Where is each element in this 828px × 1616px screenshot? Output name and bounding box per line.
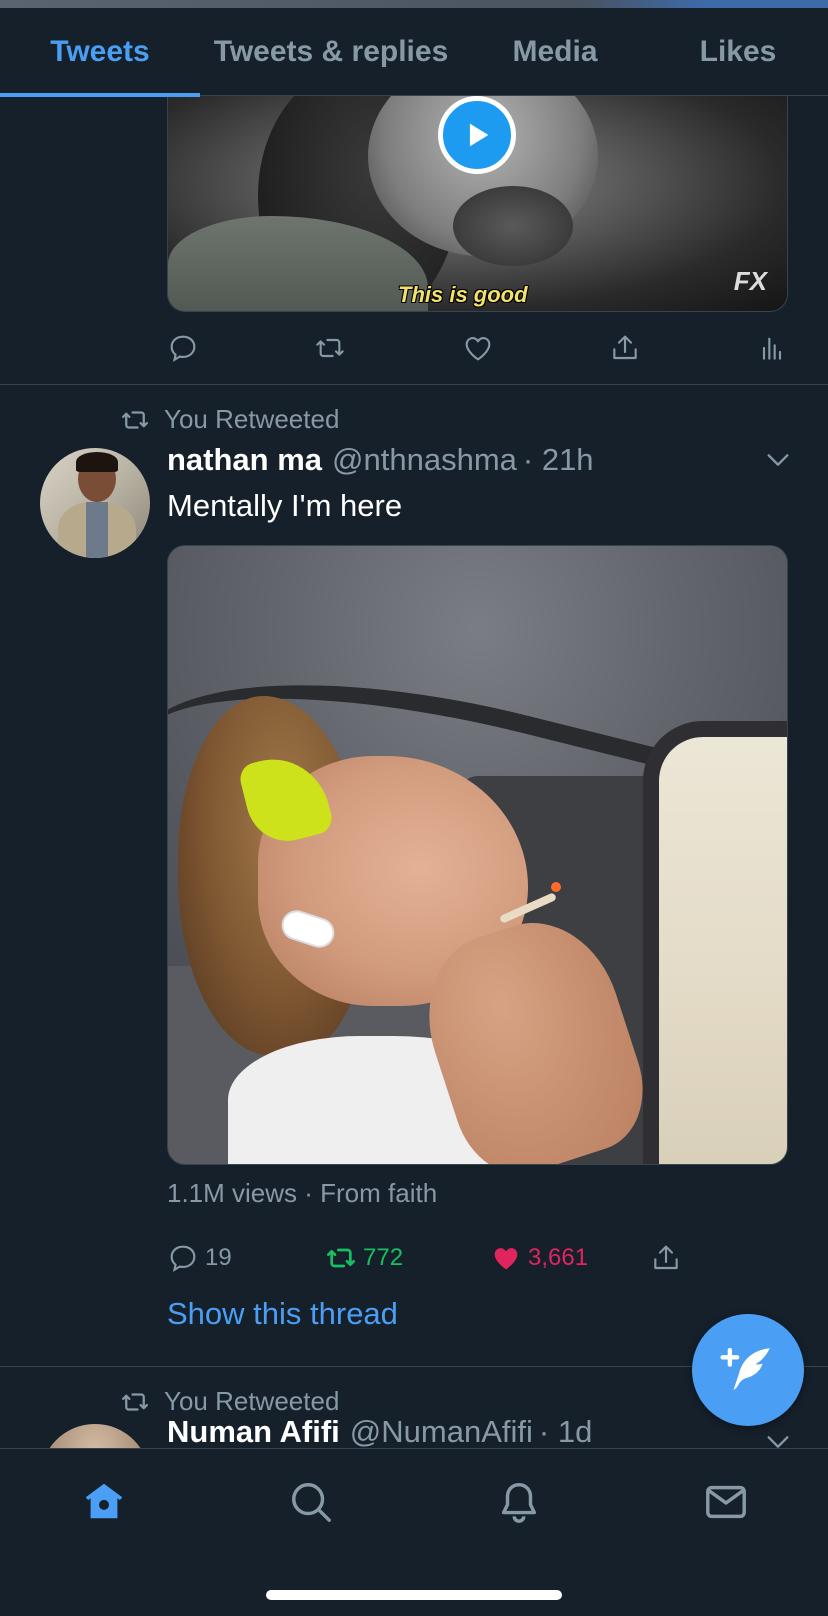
home-icon[interactable] xyxy=(81,1479,127,1525)
search-icon[interactable] xyxy=(288,1479,334,1525)
previous-tweet-actions xyxy=(167,332,788,364)
tweet-header: nathan ma @nthnashma · 21h xyxy=(167,442,594,478)
avatar-shape xyxy=(76,452,118,472)
chevron-down-icon[interactable] xyxy=(764,446,792,474)
play-button[interactable] xyxy=(438,96,516,174)
tab-label: Tweets & replies xyxy=(213,35,449,68)
share-button[interactable] xyxy=(650,1242,682,1274)
reply-icon xyxy=(170,335,196,362)
tab-tweets-and-replies[interactable]: Tweets & replies xyxy=(200,8,462,96)
like-count: 3,661 xyxy=(528,1244,589,1271)
avatar-shape xyxy=(86,502,108,558)
tab-tweets[interactable]: Tweets xyxy=(0,8,200,97)
reply-icon xyxy=(170,1245,196,1272)
analytics-icon xyxy=(762,337,782,360)
retweet-icon xyxy=(316,338,344,358)
compose-tweet-icon xyxy=(720,1347,770,1390)
author-handle[interactable]: @NumanAfifi xyxy=(350,1414,533,1450)
play-icon xyxy=(469,123,489,147)
like-button[interactable] xyxy=(462,332,494,364)
video-frame-shape xyxy=(453,186,573,266)
author-name[interactable]: Numan Afifi xyxy=(167,1414,340,1450)
retweet-icon xyxy=(122,410,148,429)
tweet-text: Mentally I'm here xyxy=(167,488,403,523)
retweet-context: You Retweeted xyxy=(120,1386,339,1417)
author-handle[interactable]: @nthnashma xyxy=(332,442,517,478)
notifications-icon[interactable] xyxy=(496,1479,542,1525)
tweet-actions: 19 772 3,661 xyxy=(167,1242,788,1274)
profile-tabs: Tweets Tweets & replies Media Likes xyxy=(0,8,828,97)
tweet-header: Numan Afifi @NumanAfifi · 1d xyxy=(167,1414,592,1450)
reply-button[interactable] xyxy=(167,332,199,364)
tweet-video[interactable] xyxy=(167,545,788,1165)
video-view-count: 1.1M views · From faith xyxy=(167,1178,438,1208)
retweet-context: You Retweeted xyxy=(120,404,339,435)
video-frame-shape xyxy=(643,721,787,1164)
video-frame-shape xyxy=(551,882,561,892)
share-icon xyxy=(654,1245,678,1270)
tweet-time: · 1d xyxy=(538,1414,593,1449)
retweet-button[interactable] xyxy=(314,332,346,364)
retweet-icon xyxy=(122,1392,148,1411)
tweet-divider xyxy=(0,384,828,385)
retweet-icon xyxy=(327,1248,355,1268)
tab-label: Likes xyxy=(699,35,777,68)
heart-icon xyxy=(494,1248,518,1270)
retweet-context-label: You Retweeted xyxy=(164,1386,340,1416)
retweet-context-label: You Retweeted xyxy=(164,404,340,434)
tab-likes[interactable]: Likes xyxy=(648,8,828,96)
avatar[interactable] xyxy=(40,448,150,558)
tweet-time: · 21h xyxy=(522,442,594,477)
reply-button[interactable]: 19 xyxy=(167,1242,325,1274)
home-indicator xyxy=(266,1590,562,1600)
reply-count: 19 xyxy=(205,1244,232,1271)
like-button[interactable]: 3,661 xyxy=(490,1242,650,1274)
channel-watermark: FX xyxy=(733,266,767,296)
retweet-count: 772 xyxy=(363,1244,404,1271)
tab-label: Tweets xyxy=(50,35,150,68)
tab-label: Media xyxy=(512,35,598,68)
messages-icon[interactable] xyxy=(703,1479,749,1525)
video-caption: This is good xyxy=(398,282,528,307)
author-name[interactable]: nathan ma xyxy=(167,442,322,478)
tab-media[interactable]: Media xyxy=(462,8,648,96)
compose-tweet-button[interactable] xyxy=(692,1314,804,1426)
heart-icon xyxy=(465,337,490,361)
show-thread-link[interactable]: Show this thread xyxy=(167,1296,398,1332)
share-icon xyxy=(613,335,637,360)
status-bar-strip xyxy=(0,0,828,8)
analytics-button[interactable] xyxy=(756,332,788,364)
bottom-navigation xyxy=(0,1448,828,1616)
retweet-button[interactable]: 772 xyxy=(325,1242,490,1274)
share-button[interactable] xyxy=(609,332,641,364)
